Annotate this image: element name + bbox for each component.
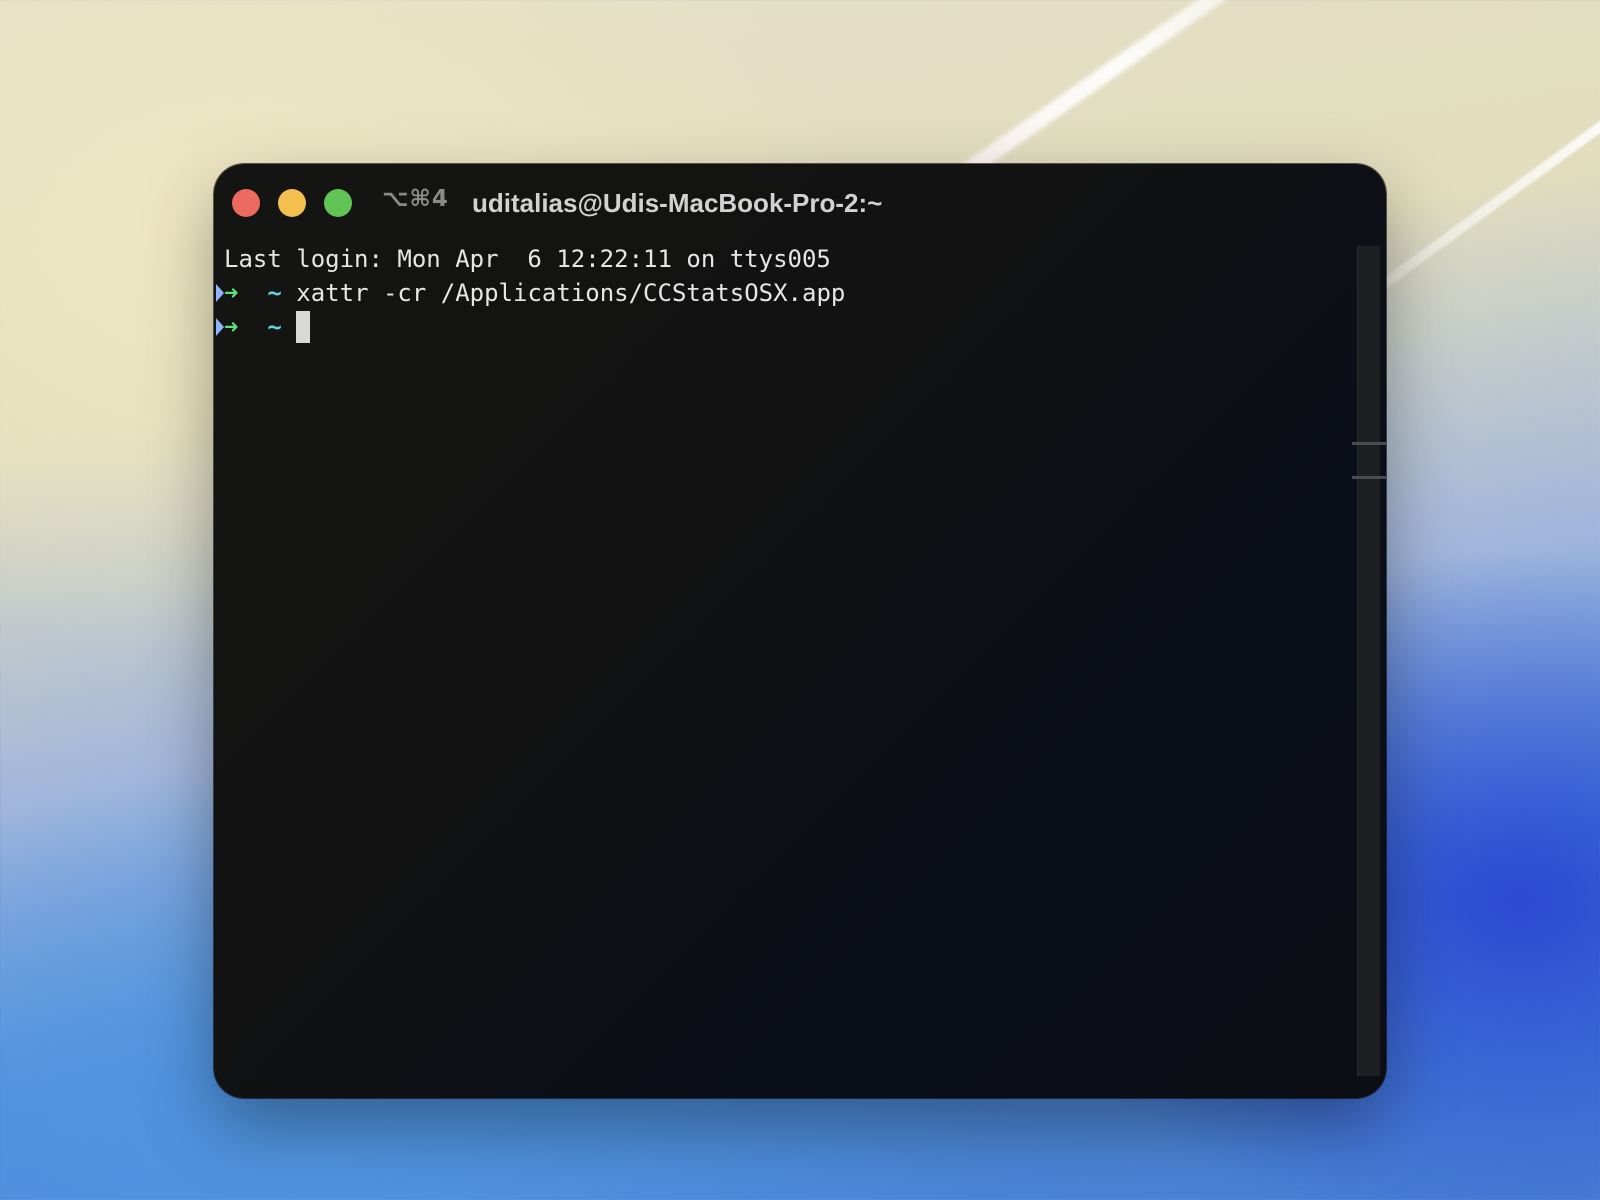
close-button[interactable]: [232, 189, 260, 217]
prompt-arrow-icon: ➜: [224, 313, 239, 341]
last-login-line: Last login: Mon Apr 6 12:22:11 on ttys00…: [224, 245, 831, 273]
prompt-directory: ~: [267, 279, 282, 307]
text-cursor[interactable]: [296, 311, 311, 343]
active-prompt-line[interactable]: ➜ ~: [214, 310, 311, 344]
terminal-content[interactable]: Last login: Mon Apr 6 12:22:11 on ttys00…: [214, 242, 1346, 1078]
scroll-mark: [1352, 442, 1386, 445]
window-title: uditalias@Udis-MacBook-Pro-2:~: [472, 188, 883, 218]
command-line: ➜ ~ xattr -cr /Applications/CCStatsOSX.a…: [214, 276, 845, 310]
prompt-marker-icon: [214, 276, 224, 310]
prompt-directory: ~: [267, 313, 282, 341]
terminal-window[interactable]: ⌥⌘4 uditalias@Udis-MacBook-Pro-2:~ Last …: [214, 164, 1386, 1098]
minimize-button[interactable]: [278, 189, 306, 217]
prompt-marker-icon: [214, 310, 224, 344]
prompt-arrow-icon: ➜: [224, 279, 239, 307]
command-text: xattr -cr /Applications/CCStatsOSX.app: [296, 279, 846, 307]
scrollbar[interactable]: [1352, 246, 1386, 1076]
title-bar[interactable]: ⌥⌘4 uditalias@Udis-MacBook-Pro-2:~: [214, 164, 1386, 242]
zoom-button[interactable]: [324, 189, 352, 217]
scroll-mark: [1352, 476, 1386, 479]
tab-shortcut: ⌥⌘4: [382, 186, 449, 212]
